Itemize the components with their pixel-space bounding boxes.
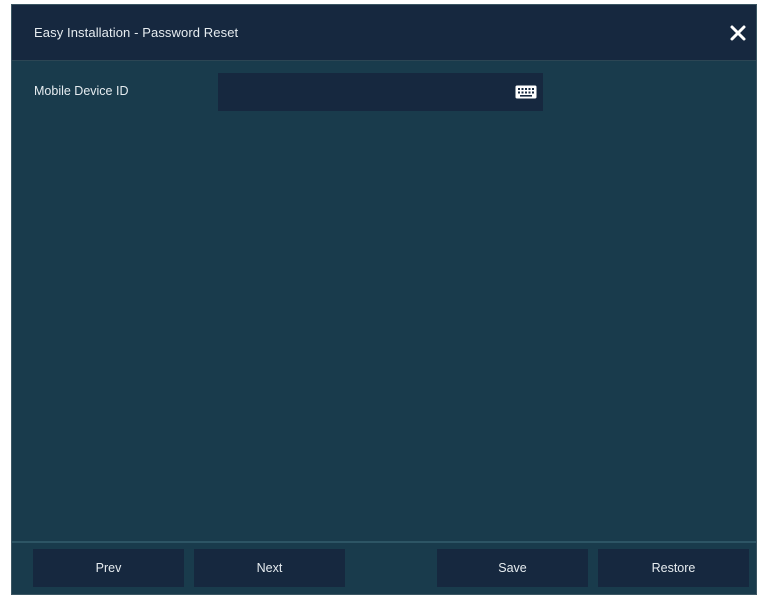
- dialog-titlebar: Easy Installation - Password Reset: [12, 5, 756, 61]
- password-reset-dialog: Easy Installation - Password Reset Mobil…: [11, 4, 757, 595]
- close-button[interactable]: [726, 21, 750, 45]
- dialog-content: Mobile Device ID: [12, 61, 756, 541]
- mobile-device-id-label: Mobile Device ID: [34, 84, 129, 98]
- restore-button[interactable]: Restore: [598, 549, 749, 587]
- keyboard-icon: [515, 85, 537, 99]
- dialog-title: Easy Installation - Password Reset: [34, 25, 239, 40]
- keyboard-button[interactable]: [515, 85, 537, 99]
- mobile-device-id-input[interactable]: [218, 73, 543, 111]
- close-icon: [730, 25, 746, 41]
- next-button[interactable]: Next: [194, 549, 345, 587]
- dialog-footer: Prev Next Save Restore: [12, 541, 756, 594]
- prev-button[interactable]: Prev: [33, 549, 184, 587]
- save-button[interactable]: Save: [437, 549, 588, 587]
